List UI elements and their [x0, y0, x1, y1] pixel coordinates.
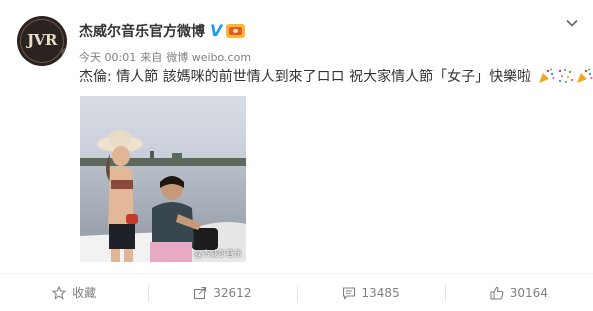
post-time[interactable]: 今天 00:01 — [79, 51, 136, 64]
comment-button[interactable]: 13485 — [296, 274, 445, 311]
star-icon — [52, 285, 67, 300]
post-meta: 今天 00:01 来自 微博 weibo.com — [79, 49, 255, 65]
post-text-tail: 祝大家情人節「女子」快樂啦 — [344, 69, 532, 85]
comment-icon — [342, 286, 355, 300]
like-count: 30164 — [509, 285, 548, 300]
repost-count: 32612 — [213, 285, 252, 300]
post-source[interactable]: 微博 weibo.com — [166, 51, 251, 64]
photo-scene — [80, 96, 246, 262]
post-text: 杰倫: 情人節 該媽咪的前世情人到來了ロロ 祝大家情人節「女子」快樂啦 — [79, 66, 593, 88]
favorite-button[interactable]: 收藏 — [0, 274, 148, 311]
post-photo[interactable]: @杰威尔音乐 — [80, 96, 246, 262]
party-popper-icon — [576, 68, 593, 83]
member-badge-icon[interactable] — [226, 24, 246, 38]
author-name[interactable]: 杰威尔音乐官方微博 — [79, 21, 205, 41]
post-text-glyphs: ロロ — [316, 69, 345, 85]
confetti-icon — [558, 69, 573, 83]
favorite-label: 收藏 — [72, 286, 97, 300]
avatar-sub: music — [61, 48, 67, 63]
avatar[interactable]: JVR music — [17, 16, 67, 66]
like-icon — [490, 286, 504, 300]
party-popper-icon — [538, 68, 555, 83]
share-icon — [194, 286, 207, 299]
verified-icon[interactable]: V — [210, 23, 222, 39]
author-row: 杰威尔音乐官方微博 V — [79, 20, 246, 42]
comment-count: 13485 — [361, 285, 400, 300]
chevron-down-icon[interactable] — [565, 16, 579, 30]
like-button[interactable]: 30164 — [444, 274, 593, 311]
weibo-post-card: JVR music 杰威尔音乐官方微博 V 今天 00:01 来自 微博 weibo… — [0, 0, 593, 311]
action-bar: 收藏 32612 13485 30164 — [0, 273, 593, 311]
post-text-main: 杰倫: 情人節 該媽咪的前世情人到來了 — [79, 69, 317, 85]
source-prefix: 来自 — [140, 51, 163, 64]
avatar-logo: JVR — [27, 31, 57, 49]
repost-button[interactable]: 32612 — [148, 274, 296, 311]
photo-watermark: @杰威尔音乐 — [194, 249, 242, 258]
